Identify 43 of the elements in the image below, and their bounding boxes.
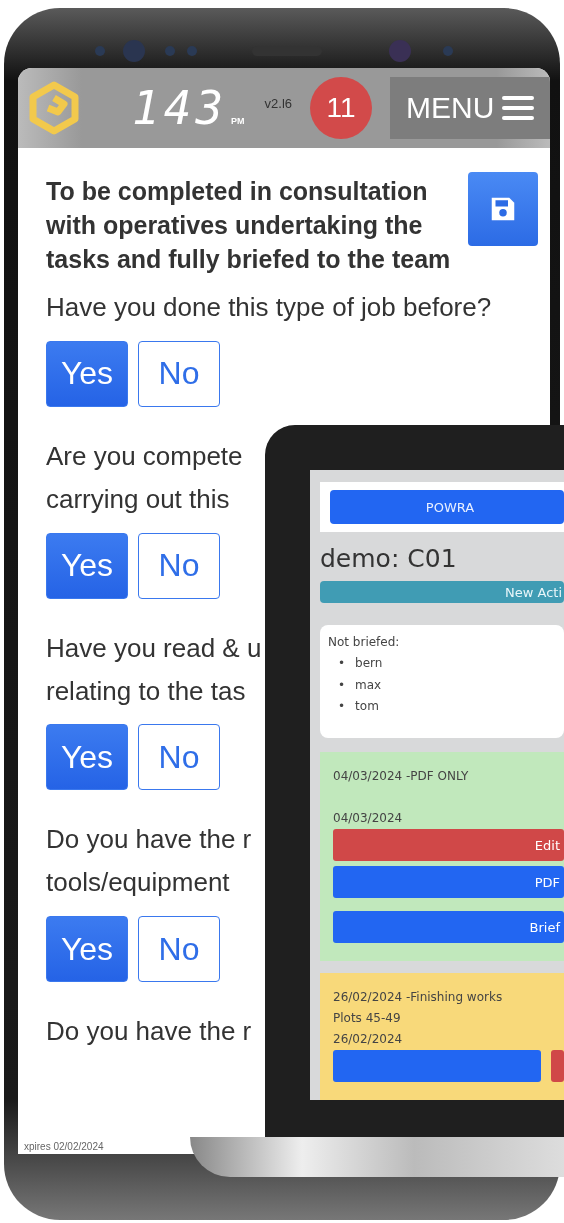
entry-title: 26/02/2024 -Finishing works (333, 989, 504, 1006)
expiry-text: xpires 02/02/2024 (24, 1141, 104, 1152)
entry-date: 04/03/2024 (333, 810, 404, 827)
menu-button[interactable]: MENU (390, 77, 550, 139)
action-button[interactable]: Edit (333, 829, 564, 861)
version-label: v2.l6 (264, 95, 293, 111)
answer-button[interactable]: No (138, 724, 220, 791)
not-briefed-label: Not briefed: (328, 635, 400, 650)
selected-answer-button[interactable]: Yes (46, 724, 128, 791)
save-button[interactable] (468, 172, 538, 246)
answer-button[interactable]: No (138, 916, 220, 983)
question-text: Do you have the r (46, 1015, 252, 1049)
person-name: tom (355, 698, 379, 716)
question-text: Are you compete carrying out this (46, 439, 243, 516)
notification-count[interactable]: 11 (310, 77, 372, 139)
selected-answer-button[interactable]: Yes (46, 916, 128, 983)
bullet-mark: • (338, 698, 346, 716)
entry-date: 26/02/2024 (333, 1031, 404, 1048)
person-name: bern (355, 655, 383, 673)
answer-button[interactable]: No (138, 340, 220, 407)
question-text: Have you read & u relating to the tas (46, 631, 262, 708)
menu-icon (502, 95, 535, 121)
action-button[interactable]: Brief (333, 911, 564, 943)
person-name: max (355, 676, 382, 694)
clock-time: 143 (132, 81, 228, 135)
question-text: Do you have the r tools/equipment (46, 823, 252, 900)
bullet-mark: • (338, 676, 346, 694)
powra-button[interactable]: POWRA (330, 490, 564, 524)
entry-line: Plots 45-49 (333, 1010, 402, 1027)
hexagon-logo-icon (28, 81, 80, 135)
page-heading: demo: C01 (320, 544, 458, 573)
form-title: To be completed in consultation with operatives undertaking the tasks and fully briefed to the team (46, 176, 452, 275)
answer-button[interactable]: No (138, 532, 220, 599)
action-button[interactable] (333, 1050, 541, 1082)
new-action-button[interactable]: New Acti (320, 581, 564, 604)
clock-meridiem: PM (231, 116, 245, 126)
bullet-mark: • (338, 655, 346, 673)
entry-title: 04/03/2024 -PDF ONLY (333, 768, 470, 785)
selected-answer-button[interactable]: Yes (46, 340, 128, 407)
selected-answer-button[interactable]: Yes (46, 532, 128, 599)
question-text: Have you done this type of job before? (46, 291, 492, 324)
action-button[interactable]: PDF (333, 866, 564, 898)
action-button[interactable] (551, 1050, 564, 1082)
